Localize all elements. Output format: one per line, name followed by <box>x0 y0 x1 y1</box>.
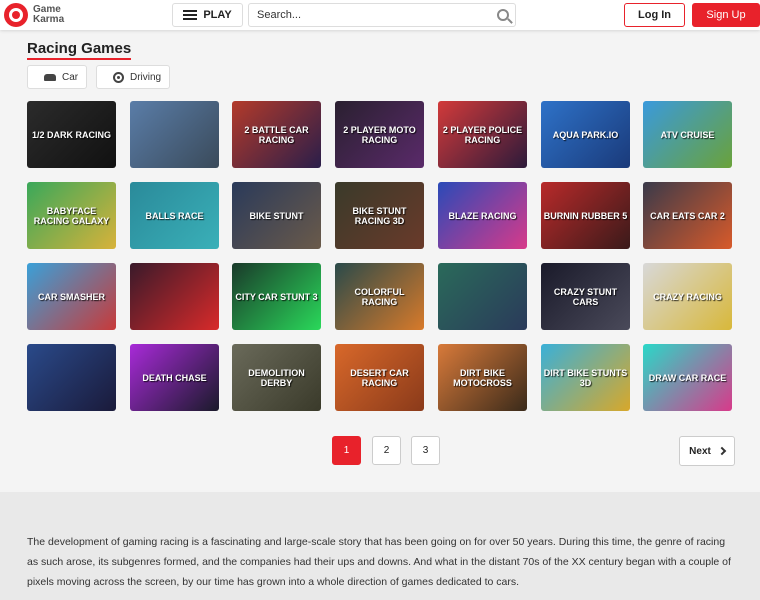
game-tile[interactable]: Crazy Stunt Cars <box>541 263 630 330</box>
game-tile-title: Dirt Bike Stunts 3D <box>543 367 628 388</box>
game-tile-title: Babyface Racing Galaxy <box>33 205 110 226</box>
game-tile[interactable] <box>130 101 219 168</box>
game-tile-title: Blaze Racing <box>448 210 517 221</box>
page-1-button[interactable]: 1 <box>332 436 361 465</box>
game-tile-title: Aqua Park.io <box>552 129 619 140</box>
game-tile[interactable]: 1/2 Dark Racing <box>27 101 116 168</box>
search-box <box>248 3 516 27</box>
tag-car-label: Car <box>62 71 79 83</box>
game-tile-title: 2 Player Moto Racing <box>343 124 416 145</box>
game-tile[interactable]: Demolition Derby <box>232 344 321 411</box>
game-tile-title: Draw Car Race <box>648 372 727 383</box>
game-tile-title: Car Eats Car 2 <box>650 210 725 221</box>
game-tile[interactable] <box>27 344 116 411</box>
game-tile-title: Death Chase <box>142 372 207 383</box>
game-tile[interactable] <box>438 263 527 330</box>
game-tile-title: Bike Stunt <box>249 210 304 221</box>
tag-driving-label: Driving <box>130 71 162 83</box>
page-2-button[interactable]: 2 <box>372 436 401 465</box>
game-tile-title: Car Smasher <box>37 291 105 302</box>
game-tile[interactable]: Babyface Racing Galaxy <box>27 182 116 249</box>
game-tile-title <box>173 133 177 137</box>
next-page-button[interactable]: Next <box>679 436 735 466</box>
login-button[interactable]: Log In <box>624 3 685 27</box>
game-tile[interactable]: 2 Battle Car Racing <box>232 101 321 168</box>
game-tile-title: 2 Battle Car Racing <box>244 124 309 145</box>
chevron-right-icon <box>717 446 727 456</box>
description-section: The development of gaming racing is a fa… <box>0 492 760 600</box>
game-tile-title: City Car Stunt 3 <box>235 291 318 302</box>
game-tile[interactable]: Burnin Rubber 5 <box>541 182 630 249</box>
game-tile[interactable]: Dirt Bike Motocross <box>438 344 527 411</box>
play-label: PLAY <box>203 9 232 21</box>
game-tile[interactable]: Aqua Park.io <box>541 101 630 168</box>
signup-button[interactable]: Sign Up <box>692 3 760 27</box>
car-icon <box>44 73 56 81</box>
tag-car[interactable]: Car <box>27 65 87 89</box>
game-tile[interactable] <box>130 263 219 330</box>
site-header: Game Karma PLAY Log In Sign Up <box>0 0 760 30</box>
game-tile[interactable]: Death Chase <box>130 344 219 411</box>
logo-line2: Karma <box>33 14 65 25</box>
logo[interactable]: Game Karma <box>4 3 64 27</box>
game-tile-title: Crazy Racing <box>653 291 722 302</box>
game-tile[interactable]: Car Smasher <box>27 263 116 330</box>
game-tile-title: ATV Cruise <box>660 129 715 140</box>
game-tile[interactable]: Crazy Racing <box>643 263 732 330</box>
game-tile-title: 2 Player Police Racing <box>442 124 523 145</box>
game-tile[interactable]: Car Eats Car 2 <box>643 182 732 249</box>
game-tile-title: Desert Car Racing <box>350 367 409 388</box>
play-menu-button[interactable]: PLAY <box>172 3 243 27</box>
next-label: Next <box>689 445 711 457</box>
game-tile-title: Dirt Bike Motocross <box>453 367 512 388</box>
game-tile[interactable]: Blaze Racing <box>438 182 527 249</box>
game-tile[interactable]: 2 Player Moto Racing <box>335 101 424 168</box>
tag-driving[interactable]: Driving <box>96 65 170 89</box>
logo-icon <box>4 3 28 27</box>
search-input[interactable] <box>257 4 487 26</box>
description-paragraph: The development of gaming racing is a fa… <box>27 536 731 588</box>
game-tile-title: Bike Stunt Racing 3D <box>352 205 407 226</box>
game-tile-title: Balls Race <box>145 210 204 221</box>
game-tile[interactable]: Desert Car Racing <box>335 344 424 411</box>
search-icon[interactable] <box>497 9 509 21</box>
game-tile-title <box>173 295 177 299</box>
game-tile[interactable]: City Car Stunt 3 <box>232 263 321 330</box>
game-tile-title <box>481 295 485 299</box>
game-tile-title: Demolition Derby <box>248 367 305 388</box>
game-tile[interactable]: Bike Stunt Racing 3D <box>335 182 424 249</box>
game-tile-title <box>70 376 74 380</box>
game-tile[interactable]: 2 Player Police Racing <box>438 101 527 168</box>
page-3-button[interactable]: 3 <box>411 436 440 465</box>
game-tile-title: Crazy Stunt Cars <box>553 286 618 307</box>
game-tile-title: 1/2 Dark Racing <box>31 129 111 140</box>
game-tile[interactable]: ATV Cruise <box>643 101 732 168</box>
game-tile-title: Burnin Rubber 5 <box>543 210 628 221</box>
game-tile[interactable]: Draw Car Race <box>643 344 732 411</box>
game-tile[interactable]: Bike Stunt <box>232 182 321 249</box>
logo-text: Game Karma <box>33 5 64 25</box>
steering-wheel-icon <box>113 71 124 83</box>
game-tile[interactable]: Balls Race <box>130 182 219 249</box>
game-tile-title: Colorful Racing <box>354 286 405 307</box>
game-tile[interactable]: Colorful Racing <box>335 263 424 330</box>
game-tile[interactable]: Dirt Bike Stunts 3D <box>541 344 630 411</box>
page-title: Racing Games <box>27 40 132 60</box>
hamburger-icon <box>183 10 198 20</box>
